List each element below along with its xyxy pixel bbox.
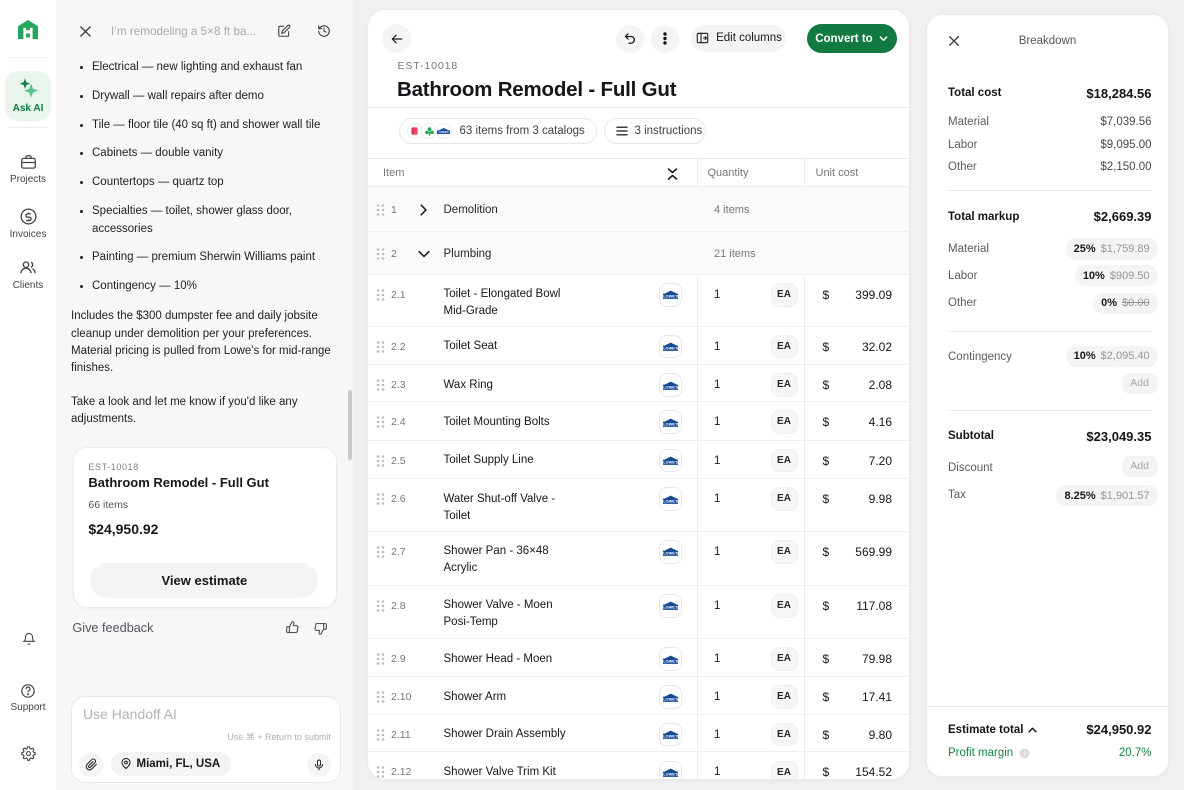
svg-text:LOWE'S: LOWE'S <box>663 771 678 776</box>
svg-text:i: i <box>1024 749 1026 758</box>
svg-text:LOWE'S: LOWE'S <box>663 460 678 465</box>
svg-text:LOWE'S: LOWE'S <box>663 384 678 389</box>
svg-text:LOWE'S: LOWE'S <box>663 696 678 701</box>
svg-text:LOWE'S: LOWE'S <box>663 658 678 663</box>
svg-text:LOWE'S: LOWE'S <box>663 346 678 351</box>
svg-text:LOWE'S: LOWE'S <box>663 734 678 739</box>
svg-text:LOWE'S: LOWE'S <box>663 605 678 610</box>
svg-text:LOWE'S: LOWE'S <box>663 421 678 426</box>
svg-text:LOWE'S: LOWE'S <box>663 294 678 299</box>
svg-text:LOWE'S: LOWE'S <box>663 551 678 556</box>
svg-text:LOWE'S: LOWE'S <box>663 498 678 503</box>
svg-text:LOWE'S: LOWE'S <box>439 130 449 134</box>
